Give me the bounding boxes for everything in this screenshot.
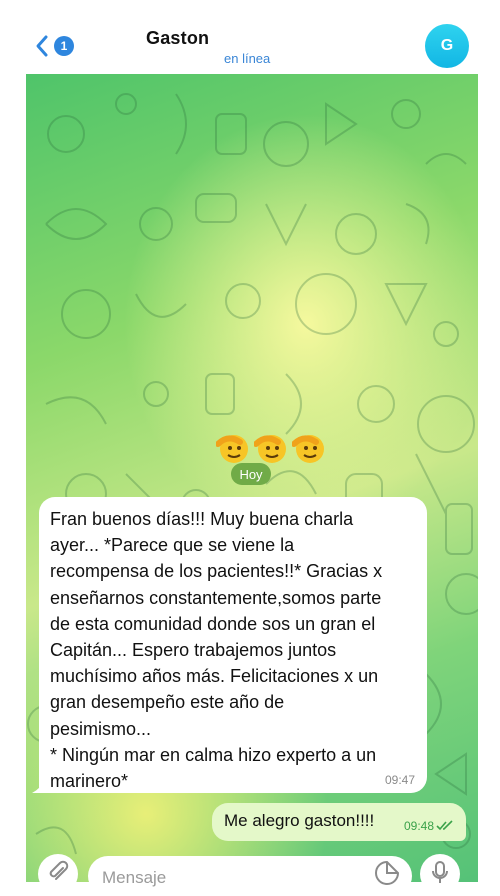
unread-badge: 1 — [54, 36, 74, 56]
outgoing-message[interactable]: Me alegro gaston!!!! 09:48 — [212, 803, 466, 841]
incoming-message[interactable]: Fran buenos días!!! Muy buena charla aye… — [32, 497, 427, 793]
message-text: Me alegro gaston!!!! — [224, 811, 375, 830]
emoji-sticker[interactable] — [216, 430, 328, 466]
message-meta: 09:48 — [404, 819, 454, 833]
message-time: 09:48 — [403, 819, 434, 833]
bubble-tail — [32, 779, 46, 793]
back-button[interactable]: 1 — [34, 34, 74, 58]
saluting-face-icon — [254, 435, 286, 463]
saluting-face-icon — [292, 435, 324, 463]
avatar-initial: G — [440, 37, 454, 54]
sticker-icon[interactable] — [374, 860, 400, 886]
chevron-left-icon — [36, 35, 48, 57]
saluting-face-icon — [216, 435, 248, 463]
message-text: Fran buenos días!!! Muy buena charla aye… — [50, 509, 383, 792]
message-input[interactable]: Mensaje — [88, 856, 412, 896]
paperclip-icon — [49, 860, 69, 880]
message-placeholder: Mensaje — [102, 868, 167, 887]
double-check-icon — [436, 820, 453, 831]
message-time: 09:47 — [384, 773, 415, 787]
avatar[interactable]: G — [425, 24, 469, 68]
chat-header: 1 Gaston en línea G — [0, 0, 500, 74]
microphone-icon — [432, 861, 448, 883]
online-status: en línea — [224, 51, 271, 66]
attach-button[interactable] — [38, 854, 78, 894]
microphone-button[interactable] — [420, 854, 460, 894]
date-separator: Hoy — [231, 463, 271, 485]
contact-name[interactable]: Gaston — [146, 28, 209, 49]
message-composer: Mensaje — [26, 852, 478, 896]
